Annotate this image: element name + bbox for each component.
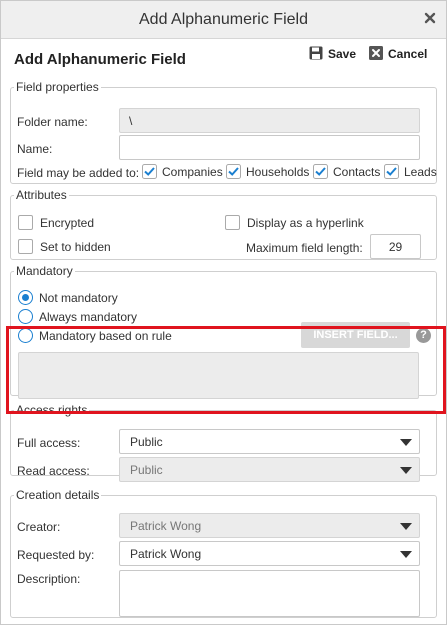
contacts-checkbox[interactable]: Contacts xyxy=(313,164,380,179)
description-label: Description: xyxy=(17,572,81,586)
radio-always-mandatory[interactable]: Always mandatory xyxy=(18,309,137,324)
hyperlink-checkbox[interactable]: Display as a hyperlink xyxy=(225,215,364,230)
contacts-label: Contacts xyxy=(333,164,381,179)
companies-label: Companies xyxy=(162,164,223,179)
read-access-select: Public xyxy=(119,457,420,482)
mandatory-section: Mandatory Not mandatory Always mandatory… xyxy=(10,264,437,399)
add-field-dialog: Add Alphanumeric Field Add Alphanumeric … xyxy=(0,0,447,625)
households-label: Households xyxy=(246,164,310,179)
requested-by-value: Patrick Wong xyxy=(130,547,202,561)
cancel-button[interactable]: Cancel xyxy=(369,45,427,63)
creator-select: Patrick Wong xyxy=(119,513,420,538)
radio-circle xyxy=(18,328,33,343)
field-properties-section: Field properties Folder name: \ Name: Fi… xyxy=(10,80,437,184)
hyperlink-label: Display as a hyperlink xyxy=(247,215,364,230)
households-checkbox[interactable]: Households xyxy=(226,164,309,179)
full-access-select[interactable]: Public xyxy=(119,429,420,454)
mandatory-legend: Mandatory xyxy=(16,264,73,278)
requested-by-select[interactable]: Patrick Wong xyxy=(119,541,420,566)
folder-name-field: \ xyxy=(119,108,420,133)
radio-mandatory-rule[interactable]: Mandatory based on rule xyxy=(18,328,172,343)
save-button[interactable]: Save xyxy=(309,45,356,63)
folder-name-label: Folder name: xyxy=(17,115,88,129)
checkmark-icon xyxy=(226,164,241,179)
checkmark-icon xyxy=(313,164,328,179)
caret-down-icon xyxy=(400,551,412,558)
checkbox-box xyxy=(18,239,33,254)
creator-label: Creator: xyxy=(17,520,61,534)
caret-down-icon xyxy=(400,439,412,446)
checkmark-icon xyxy=(142,164,157,179)
radio-not-mandatory[interactable]: Not mandatory xyxy=(18,290,118,305)
read-access-value: Public xyxy=(130,463,163,477)
encrypted-label: Encrypted xyxy=(40,215,95,230)
dialog-body[interactable]: Field properties Folder name: \ Name: Fi… xyxy=(1,74,446,625)
save-label: Save xyxy=(328,47,357,61)
close-icon[interactable] xyxy=(423,11,437,25)
creation-details-legend: Creation details xyxy=(16,488,100,502)
question-mark-icon[interactable]: ? xyxy=(416,328,431,343)
caret-down-icon xyxy=(400,467,412,474)
creator-value: Patrick Wong xyxy=(130,519,202,533)
encrypted-checkbox[interactable]: Encrypted xyxy=(18,215,94,230)
requested-by-label: Requested by: xyxy=(17,548,95,562)
dialog-titlebar: Add Alphanumeric Field xyxy=(1,1,446,39)
max-length-field[interactable]: 29 xyxy=(370,234,421,259)
read-access-label: Read access: xyxy=(17,464,90,478)
creation-details-section: Creation details Creator: Patrick Wong R… xyxy=(10,488,437,618)
leads-label: Leads xyxy=(404,164,437,179)
checkbox-box xyxy=(18,215,33,230)
dialog-title: Add Alphanumeric Field xyxy=(139,11,308,28)
cancel-label: Cancel xyxy=(388,47,428,61)
mandatory-rule-label: Mandatory based on rule xyxy=(39,328,172,343)
full-access-value: Public xyxy=(130,435,163,449)
caret-down-icon xyxy=(400,523,412,530)
leads-checkbox[interactable]: Leads xyxy=(384,164,437,179)
full-access-label: Full access: xyxy=(17,436,81,450)
radio-circle xyxy=(18,290,33,305)
checkmark-icon xyxy=(384,164,399,179)
attributes-section: Attributes Encrypted Set to hidden Displ… xyxy=(10,188,437,260)
page-title: Add Alphanumeric Field xyxy=(14,51,186,68)
name-label: Name: xyxy=(17,142,53,156)
always-mandatory-label: Always mandatory xyxy=(39,309,138,324)
hidden-checkbox[interactable]: Set to hidden xyxy=(18,239,111,254)
attributes-legend: Attributes xyxy=(16,188,67,202)
added-to-label: Field may be added to: xyxy=(17,166,140,180)
companies-checkbox[interactable]: Companies xyxy=(142,164,223,179)
insert-field-button[interactable]: INSERT FIELD... xyxy=(301,322,410,348)
rule-textarea xyxy=(18,352,419,399)
access-rights-section: Access rights Full access: Public Read a… xyxy=(10,403,437,482)
name-field[interactable] xyxy=(119,135,420,160)
not-mandatory-label: Not mandatory xyxy=(39,290,118,305)
cancel-x-icon xyxy=(369,45,388,63)
field-properties-legend: Field properties xyxy=(16,80,99,94)
checkbox-box xyxy=(225,215,240,230)
description-textarea[interactable] xyxy=(119,570,420,617)
max-length-label: Maximum field length: xyxy=(246,241,363,255)
access-rights-legend: Access rights xyxy=(16,403,88,417)
hidden-label: Set to hidden xyxy=(40,239,111,254)
floppy-disk-icon xyxy=(309,46,328,63)
radio-circle xyxy=(18,309,33,324)
